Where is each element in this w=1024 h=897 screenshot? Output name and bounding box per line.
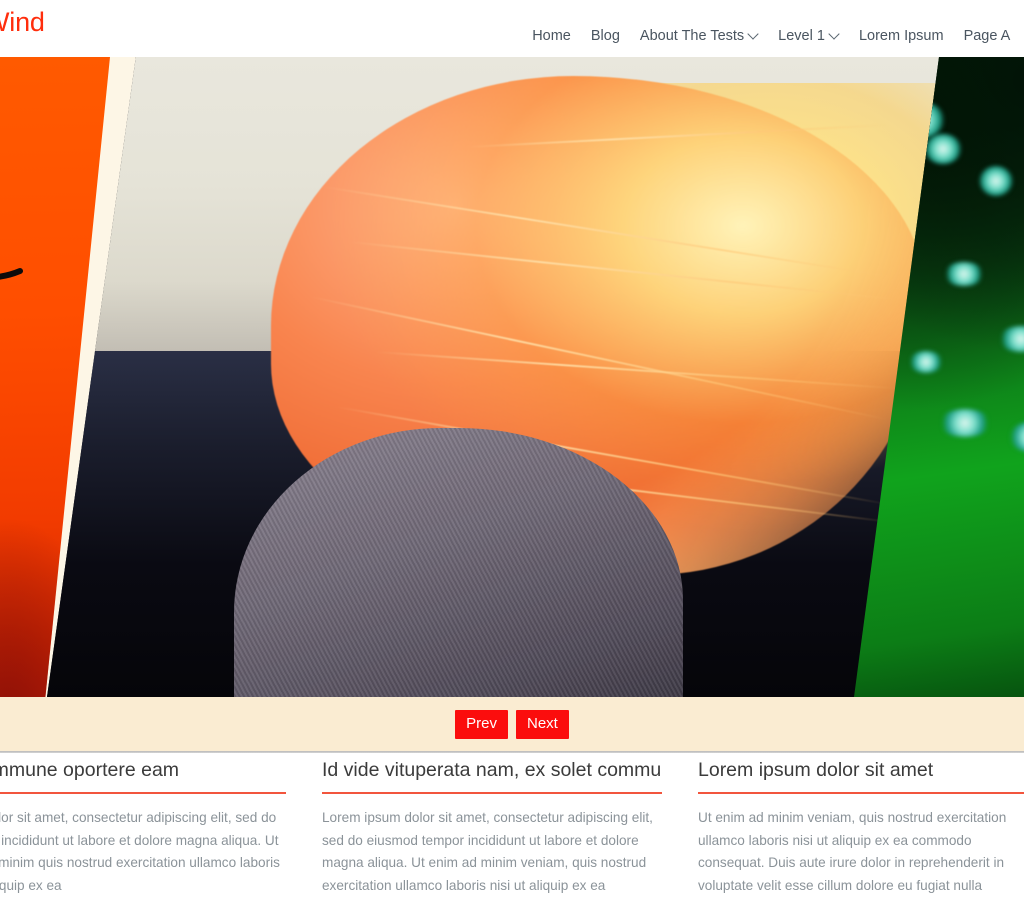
windblown-hair-image bbox=[47, 57, 982, 697]
feature-column: let commune oportere eam psum dolor sit … bbox=[0, 757, 286, 897]
feature-columns: let commune oportere eam psum dolor sit … bbox=[0, 757, 1024, 897]
nav-item-level-1[interactable]: Level 1 bbox=[768, 26, 849, 46]
carousel-controls: Prev Next bbox=[0, 697, 1024, 751]
nav-item-about-the-tests[interactable]: About The Tests bbox=[630, 26, 768, 46]
carousel-slide-active[interactable] bbox=[47, 57, 982, 697]
chevron-down-icon bbox=[749, 30, 758, 39]
nav-item-page-a[interactable]: Page A bbox=[954, 26, 1021, 46]
section-divider bbox=[0, 751, 1024, 753]
nav-item-label: About The Tests bbox=[639, 28, 745, 44]
carousel-prev-button[interactable]: Prev bbox=[455, 709, 508, 739]
column-title: Lorem ipsum dolor sit amet bbox=[698, 757, 1024, 794]
swirl-line-icon bbox=[0, 241, 23, 293]
carousel-next-button[interactable]: Next bbox=[516, 709, 569, 739]
column-body: Ut enim ad minim veniam, quis nostrud ex… bbox=[698, 810, 1007, 893]
column-title: Id vide vituperata nam, ex solet commune bbox=[322, 757, 662, 794]
nav-item-label: Page A bbox=[963, 28, 1011, 44]
nav-item-lorem-ipsum[interactable]: Lorem Ipsum bbox=[849, 26, 954, 46]
chevron-down-icon bbox=[830, 30, 839, 39]
main-navigation: Home Blog About The Tests Level 1 Lorem … bbox=[522, 26, 1024, 46]
column-body: Lorem ipsum dolor sit amet, consectetur … bbox=[322, 810, 653, 893]
feature-column: Lorem ipsum dolor sit amet Ut enim ad mi… bbox=[698, 757, 1024, 897]
nav-item-blog[interactable]: Blog bbox=[581, 26, 630, 46]
column-title: let commune oportere eam bbox=[0, 757, 286, 794]
hero-carousel bbox=[0, 57, 1024, 697]
nav-item-page-b[interactable]: P bbox=[1020, 26, 1024, 46]
site-header: Wind Home Blog About The Tests Level 1 L… bbox=[0, 0, 1024, 57]
nav-item-home[interactable]: Home bbox=[522, 26, 581, 46]
column-body: psum dolor sit amet, consectetur adipisc… bbox=[0, 810, 280, 893]
feature-column: Id vide vituperata nam, ex solet commune… bbox=[322, 757, 662, 897]
nav-item-label: Lorem Ipsum bbox=[858, 28, 944, 44]
nav-item-label: Blog bbox=[590, 28, 620, 44]
nav-item-label: Level 1 bbox=[778, 28, 825, 44]
nav-item-label: Home bbox=[532, 28, 571, 44]
site-logo[interactable]: Wind bbox=[0, 7, 45, 38]
